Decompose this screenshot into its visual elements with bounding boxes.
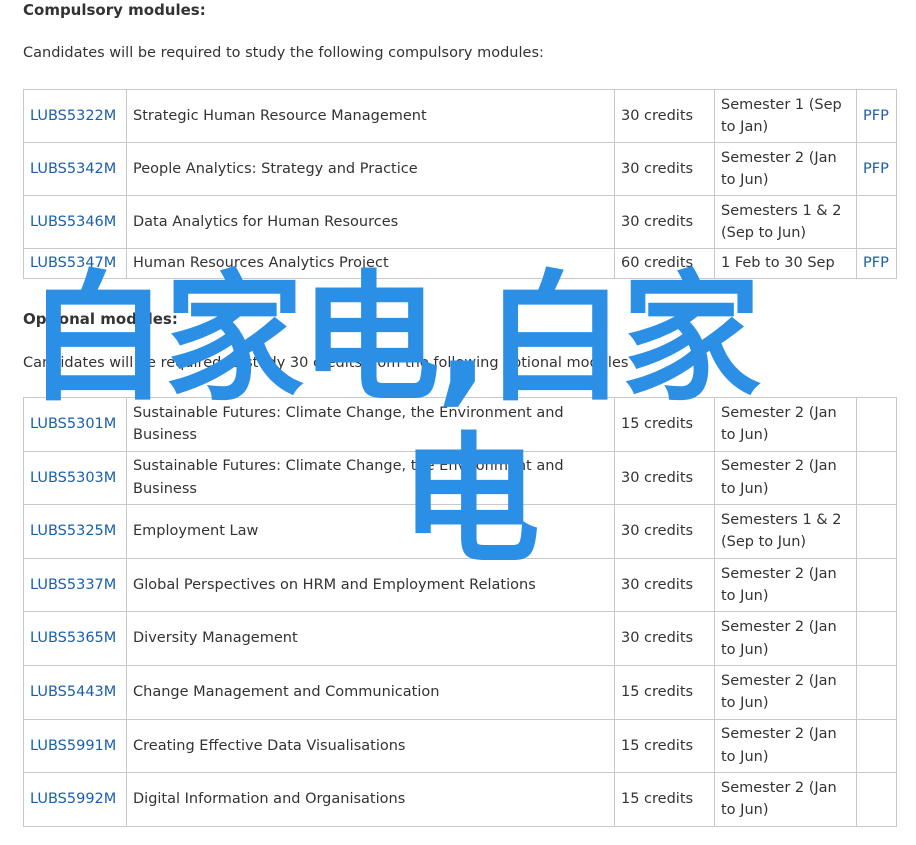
module-semester-cell: Semester 2 (Jan to Jun) bbox=[714, 611, 857, 666]
module-semester-cell: Semester 2 (Jan to Jun) bbox=[714, 450, 857, 506]
module-pfp-cell[interactable]: PFP bbox=[856, 142, 897, 196]
module-semester-cell: Semester 2 (Jan to Jun) bbox=[714, 664, 857, 720]
module-credits-cell: 30 credits bbox=[614, 557, 715, 613]
table-row: LUBS5365M Diversity Management 30 credit… bbox=[23, 611, 897, 666]
optional-intro: Candidates will be required to study 30 … bbox=[23, 355, 629, 371]
module-code-link[interactable]: LUBS5322M bbox=[30, 108, 116, 124]
module-credits-cell: 15 credits bbox=[614, 664, 715, 720]
module-code-link[interactable]: LUBS5337M bbox=[30, 577, 116, 593]
table-row: LUBS5325M Employment Law 30 credits Seme… bbox=[23, 504, 897, 559]
module-title-cell: Change Management and Communication bbox=[126, 664, 615, 720]
module-code-cell[interactable]: LUBS5301M bbox=[23, 397, 127, 452]
module-pfp-cell[interactable]: PFP bbox=[856, 89, 897, 143]
module-code-cell[interactable]: LUBS5303M bbox=[23, 450, 127, 506]
optional-heading: Optional modules: bbox=[23, 310, 178, 328]
module-pfp-cell bbox=[856, 397, 897, 452]
table-row: LUBS5342M People Analytics: Strategy and… bbox=[23, 142, 897, 196]
table-row: LUBS5303M Sustainable Futures: Climate C… bbox=[23, 450, 897, 506]
module-title-cell: Employment Law bbox=[126, 504, 615, 559]
module-credits-cell: 60 credits bbox=[614, 248, 715, 279]
module-code-cell[interactable]: LUBS5322M bbox=[23, 89, 127, 143]
module-pfp-cell bbox=[856, 557, 897, 613]
module-code-cell[interactable]: LUBS5347M bbox=[23, 248, 127, 279]
module-title-cell: Sustainable Futures: Climate Change, the… bbox=[126, 450, 615, 506]
module-code-link[interactable]: LUBS5347M bbox=[30, 255, 116, 271]
table-row: LUBS5443M Change Management and Communic… bbox=[23, 664, 897, 720]
module-title-cell: Sustainable Futures: Climate Change, the… bbox=[126, 397, 615, 452]
module-credits-cell: 30 credits bbox=[614, 195, 715, 249]
module-code-link[interactable]: LUBS5342M bbox=[30, 161, 116, 177]
module-credits-cell: 30 credits bbox=[614, 89, 715, 143]
table-row: LUBS5991M Creating Effective Data Visual… bbox=[23, 718, 897, 774]
table-row: LUBS5337M Global Perspectives on HRM and… bbox=[23, 557, 897, 613]
module-code-cell[interactable]: LUBS5992M bbox=[23, 772, 127, 827]
module-credits-cell: 15 credits bbox=[614, 772, 715, 827]
module-code-link[interactable]: LUBS5365M bbox=[30, 630, 116, 646]
compulsory-intro: Candidates will be required to study the… bbox=[23, 45, 544, 61]
module-semester-cell: Semester 1 (Sep to Jan) bbox=[714, 89, 857, 143]
module-semester-cell: Semester 2 (Jan to Jun) bbox=[714, 557, 857, 613]
module-semester-cell: 1 Feb to 30 Sep bbox=[714, 248, 857, 279]
module-code-cell[interactable]: LUBS5346M bbox=[23, 195, 127, 249]
module-credits-cell: 15 credits bbox=[614, 718, 715, 774]
pfp-link[interactable]: PFP bbox=[863, 108, 889, 124]
module-code-link[interactable]: LUBS5325M bbox=[30, 523, 116, 539]
module-title-cell: Digital Information and Organisations bbox=[126, 772, 615, 827]
module-title-cell: Data Analytics for Human Resources bbox=[126, 195, 615, 249]
module-code-link[interactable]: LUBS5991M bbox=[30, 738, 116, 754]
table-row: LUBS5992M Digital Information and Organi… bbox=[23, 772, 897, 827]
table-row: LUBS5347M Human Resources Analytics Proj… bbox=[23, 248, 897, 279]
module-pfp-cell bbox=[856, 772, 897, 827]
compulsory-heading: Compulsory modules: bbox=[23, 1, 206, 19]
module-code-link[interactable]: LUBS5301M bbox=[30, 416, 116, 432]
module-code-link[interactable]: LUBS5303M bbox=[30, 470, 116, 486]
module-credits-cell: 30 credits bbox=[614, 142, 715, 196]
module-credits-cell: 30 credits bbox=[614, 611, 715, 666]
table-row: LUBS5301M Sustainable Futures: Climate C… bbox=[23, 397, 897, 452]
module-pfp-cell bbox=[856, 611, 897, 666]
module-code-cell[interactable]: LUBS5443M bbox=[23, 664, 127, 720]
module-semester-cell: Semester 2 (Jan to Jun) bbox=[714, 718, 857, 774]
module-title-cell: Human Resources Analytics Project bbox=[126, 248, 615, 279]
module-credits-cell: 30 credits bbox=[614, 450, 715, 506]
module-pfp-cell bbox=[856, 450, 897, 506]
module-title-cell: People Analytics: Strategy and Practice bbox=[126, 142, 615, 196]
watermark-text-line-1: 白家电,白家 bbox=[28, 258, 761, 421]
module-code-cell[interactable]: LUBS5365M bbox=[23, 611, 127, 666]
module-semester-cell: Semester 2 (Jan to Jun) bbox=[714, 772, 857, 827]
module-semester-cell: Semester 2 (Jan to Jun) bbox=[714, 397, 857, 452]
module-code-link[interactable]: LUBS5443M bbox=[30, 684, 116, 700]
module-code-link[interactable]: LUBS5346M bbox=[30, 214, 116, 230]
optional-modules-table: LUBS5301M Sustainable Futures: Climate C… bbox=[23, 397, 897, 827]
module-code-cell[interactable]: LUBS5337M bbox=[23, 557, 127, 613]
module-code-cell[interactable]: LUBS5342M bbox=[23, 142, 127, 196]
module-pfp-cell bbox=[856, 504, 897, 559]
module-pfp-cell bbox=[856, 718, 897, 774]
table-row: LUBS5346M Data Analytics for Human Resou… bbox=[23, 195, 897, 249]
module-pfp-cell bbox=[856, 664, 897, 720]
module-pfp-cell bbox=[856, 195, 897, 249]
pfp-link[interactable]: PFP bbox=[863, 161, 889, 177]
module-credits-cell: 15 credits bbox=[614, 397, 715, 452]
module-code-cell[interactable]: LUBS5325M bbox=[23, 504, 127, 559]
module-credits-cell: 30 credits bbox=[614, 504, 715, 559]
pfp-link[interactable]: PFP bbox=[863, 255, 889, 271]
module-code-cell[interactable]: LUBS5991M bbox=[23, 718, 127, 774]
module-title-cell: Diversity Management bbox=[126, 611, 615, 666]
table-row: LUBS5322M Strategic Human Resource Manag… bbox=[23, 89, 897, 143]
module-pfp-cell[interactable]: PFP bbox=[856, 248, 897, 279]
module-title-cell: Creating Effective Data Visualisations bbox=[126, 718, 615, 774]
module-semester-cell: Semesters 1 & 2 (Sep to Jun) bbox=[714, 504, 857, 559]
module-code-link[interactable]: LUBS5992M bbox=[30, 791, 116, 807]
compulsory-modules-table: LUBS5322M Strategic Human Resource Manag… bbox=[23, 89, 897, 279]
module-semester-cell: Semester 2 (Jan to Jun) bbox=[714, 142, 857, 196]
module-semester-cell: Semesters 1 & 2 (Sep to Jun) bbox=[714, 195, 857, 249]
module-title-cell: Global Perspectives on HRM and Employmen… bbox=[126, 557, 615, 613]
module-title-cell: Strategic Human Resource Management bbox=[126, 89, 615, 143]
